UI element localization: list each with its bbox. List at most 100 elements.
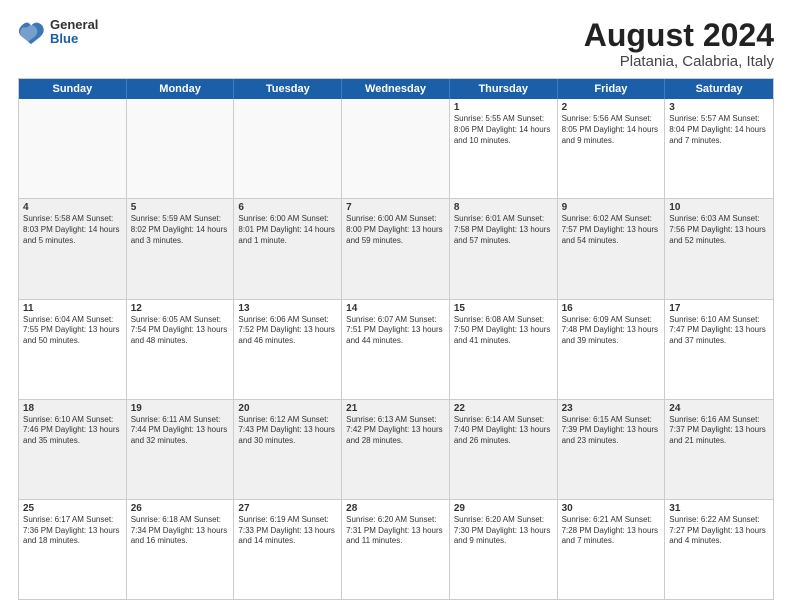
cal-cell-empty-3 (342, 99, 450, 198)
cal-cell-16: 16Sunrise: 6:09 AM Sunset: 7:48 PM Dayli… (558, 300, 666, 399)
cell-text: Sunrise: 5:57 AM Sunset: 8:04 PM Dayligh… (669, 114, 769, 146)
cal-cell-28: 28Sunrise: 6:20 AM Sunset: 7:31 PM Dayli… (342, 500, 450, 599)
cal-cell-2: 2Sunrise: 5:56 AM Sunset: 8:05 PM Daylig… (558, 99, 666, 198)
cal-cell-15: 15Sunrise: 6:08 AM Sunset: 7:50 PM Dayli… (450, 300, 558, 399)
day-number: 16 (562, 303, 661, 314)
cal-cell-25: 25Sunrise: 6:17 AM Sunset: 7:36 PM Dayli… (19, 500, 127, 599)
page: General Blue August 2024 Platania, Calab… (0, 0, 792, 612)
cell-text: Sunrise: 5:58 AM Sunset: 8:03 PM Dayligh… (23, 214, 122, 246)
cal-cell-3: 3Sunrise: 5:57 AM Sunset: 8:04 PM Daylig… (665, 99, 773, 198)
day-number: 17 (669, 303, 769, 314)
cell-text: Sunrise: 6:22 AM Sunset: 7:27 PM Dayligh… (669, 515, 769, 547)
cal-cell-7: 7Sunrise: 6:00 AM Sunset: 8:00 PM Daylig… (342, 199, 450, 298)
cal-cell-13: 13Sunrise: 6:06 AM Sunset: 7:52 PM Dayli… (234, 300, 342, 399)
day-number: 20 (238, 403, 337, 414)
cell-text: Sunrise: 6:04 AM Sunset: 7:55 PM Dayligh… (23, 315, 122, 347)
cell-text: Sunrise: 6:13 AM Sunset: 7:42 PM Dayligh… (346, 415, 445, 447)
cell-text: Sunrise: 6:20 AM Sunset: 7:31 PM Dayligh… (346, 515, 445, 547)
cal-cell-27: 27Sunrise: 6:19 AM Sunset: 7:33 PM Dayli… (234, 500, 342, 599)
cell-text: Sunrise: 6:09 AM Sunset: 7:48 PM Dayligh… (562, 315, 661, 347)
cal-cell-14: 14Sunrise: 6:07 AM Sunset: 7:51 PM Dayli… (342, 300, 450, 399)
calendar-row-3: 18Sunrise: 6:10 AM Sunset: 7:46 PM Dayli… (19, 400, 773, 500)
cell-text: Sunrise: 6:08 AM Sunset: 7:50 PM Dayligh… (454, 315, 553, 347)
day-number: 25 (23, 503, 122, 514)
cell-text: Sunrise: 6:00 AM Sunset: 8:00 PM Dayligh… (346, 214, 445, 246)
day-number: 23 (562, 403, 661, 414)
cal-cell-17: 17Sunrise: 6:10 AM Sunset: 7:47 PM Dayli… (665, 300, 773, 399)
cell-text: Sunrise: 6:07 AM Sunset: 7:51 PM Dayligh… (346, 315, 445, 347)
cell-text: Sunrise: 6:12 AM Sunset: 7:43 PM Dayligh… (238, 415, 337, 447)
header-day-friday: Friday (558, 79, 666, 99)
cell-text: Sunrise: 6:16 AM Sunset: 7:37 PM Dayligh… (669, 415, 769, 447)
cell-text: Sunrise: 6:18 AM Sunset: 7:34 PM Dayligh… (131, 515, 230, 547)
day-number: 22 (454, 403, 553, 414)
cell-text: Sunrise: 5:59 AM Sunset: 8:02 PM Dayligh… (131, 214, 230, 246)
day-number: 19 (131, 403, 230, 414)
day-number: 29 (454, 503, 553, 514)
cal-cell-8: 8Sunrise: 6:01 AM Sunset: 7:58 PM Daylig… (450, 199, 558, 298)
logo-text: General Blue (50, 18, 98, 47)
cell-text: Sunrise: 6:01 AM Sunset: 7:58 PM Dayligh… (454, 214, 553, 246)
day-number: 27 (238, 503, 337, 514)
calendar-body: 1Sunrise: 5:55 AM Sunset: 8:06 PM Daylig… (19, 99, 773, 599)
cal-cell-9: 9Sunrise: 6:02 AM Sunset: 7:57 PM Daylig… (558, 199, 666, 298)
day-number: 7 (346, 202, 445, 213)
cell-text: Sunrise: 6:17 AM Sunset: 7:36 PM Dayligh… (23, 515, 122, 547)
day-number: 6 (238, 202, 337, 213)
header-day-monday: Monday (127, 79, 235, 99)
cal-cell-4: 4Sunrise: 5:58 AM Sunset: 8:03 PM Daylig… (19, 199, 127, 298)
cell-text: Sunrise: 6:10 AM Sunset: 7:47 PM Dayligh… (669, 315, 769, 347)
day-number: 3 (669, 102, 769, 113)
cal-cell-empty-2 (234, 99, 342, 198)
subtitle: Platania, Calabria, Italy (584, 53, 774, 70)
day-number: 12 (131, 303, 230, 314)
logo: General Blue (18, 18, 98, 47)
day-number: 1 (454, 102, 553, 113)
day-number: 18 (23, 403, 122, 414)
day-number: 5 (131, 202, 230, 213)
calendar-row-2: 11Sunrise: 6:04 AM Sunset: 7:55 PM Dayli… (19, 300, 773, 400)
cal-cell-26: 26Sunrise: 6:18 AM Sunset: 7:34 PM Dayli… (127, 500, 235, 599)
cal-cell-12: 12Sunrise: 6:05 AM Sunset: 7:54 PM Dayli… (127, 300, 235, 399)
cal-cell-6: 6Sunrise: 6:00 AM Sunset: 8:01 PM Daylig… (234, 199, 342, 298)
header-day-saturday: Saturday (665, 79, 773, 99)
cal-cell-empty-1 (127, 99, 235, 198)
day-number: 13 (238, 303, 337, 314)
cell-text: Sunrise: 6:21 AM Sunset: 7:28 PM Dayligh… (562, 515, 661, 547)
day-number: 2 (562, 102, 661, 113)
cell-text: Sunrise: 6:00 AM Sunset: 8:01 PM Dayligh… (238, 214, 337, 246)
day-number: 10 (669, 202, 769, 213)
cell-text: Sunrise: 6:02 AM Sunset: 7:57 PM Dayligh… (562, 214, 661, 246)
main-title: August 2024 (584, 18, 774, 53)
cell-text: Sunrise: 6:19 AM Sunset: 7:33 PM Dayligh… (238, 515, 337, 547)
day-number: 31 (669, 503, 769, 514)
day-number: 26 (131, 503, 230, 514)
cell-text: Sunrise: 6:15 AM Sunset: 7:39 PM Dayligh… (562, 415, 661, 447)
day-number: 11 (23, 303, 122, 314)
cell-text: Sunrise: 6:05 AM Sunset: 7:54 PM Dayligh… (131, 315, 230, 347)
day-number: 8 (454, 202, 553, 213)
cal-cell-20: 20Sunrise: 6:12 AM Sunset: 7:43 PM Dayli… (234, 400, 342, 499)
day-number: 30 (562, 503, 661, 514)
day-number: 14 (346, 303, 445, 314)
cal-cell-21: 21Sunrise: 6:13 AM Sunset: 7:42 PM Dayli… (342, 400, 450, 499)
cell-text: Sunrise: 5:56 AM Sunset: 8:05 PM Dayligh… (562, 114, 661, 146)
cal-cell-18: 18Sunrise: 6:10 AM Sunset: 7:46 PM Dayli… (19, 400, 127, 499)
cal-cell-5: 5Sunrise: 5:59 AM Sunset: 8:02 PM Daylig… (127, 199, 235, 298)
cal-cell-22: 22Sunrise: 6:14 AM Sunset: 7:40 PM Dayli… (450, 400, 558, 499)
cal-cell-1: 1Sunrise: 5:55 AM Sunset: 8:06 PM Daylig… (450, 99, 558, 198)
cal-cell-23: 23Sunrise: 6:15 AM Sunset: 7:39 PM Dayli… (558, 400, 666, 499)
cal-cell-30: 30Sunrise: 6:21 AM Sunset: 7:28 PM Dayli… (558, 500, 666, 599)
day-number: 9 (562, 202, 661, 213)
logo-blue: Blue (50, 32, 98, 46)
calendar: SundayMondayTuesdayWednesdayThursdayFrid… (18, 78, 774, 600)
day-number: 4 (23, 202, 122, 213)
cal-cell-19: 19Sunrise: 6:11 AM Sunset: 7:44 PM Dayli… (127, 400, 235, 499)
day-number: 21 (346, 403, 445, 414)
day-number: 15 (454, 303, 553, 314)
calendar-row-1: 4Sunrise: 5:58 AM Sunset: 8:03 PM Daylig… (19, 199, 773, 299)
calendar-header: SundayMondayTuesdayWednesdayThursdayFrid… (19, 79, 773, 99)
header-day-wednesday: Wednesday (342, 79, 450, 99)
cell-text: Sunrise: 6:14 AM Sunset: 7:40 PM Dayligh… (454, 415, 553, 447)
header-day-tuesday: Tuesday (234, 79, 342, 99)
